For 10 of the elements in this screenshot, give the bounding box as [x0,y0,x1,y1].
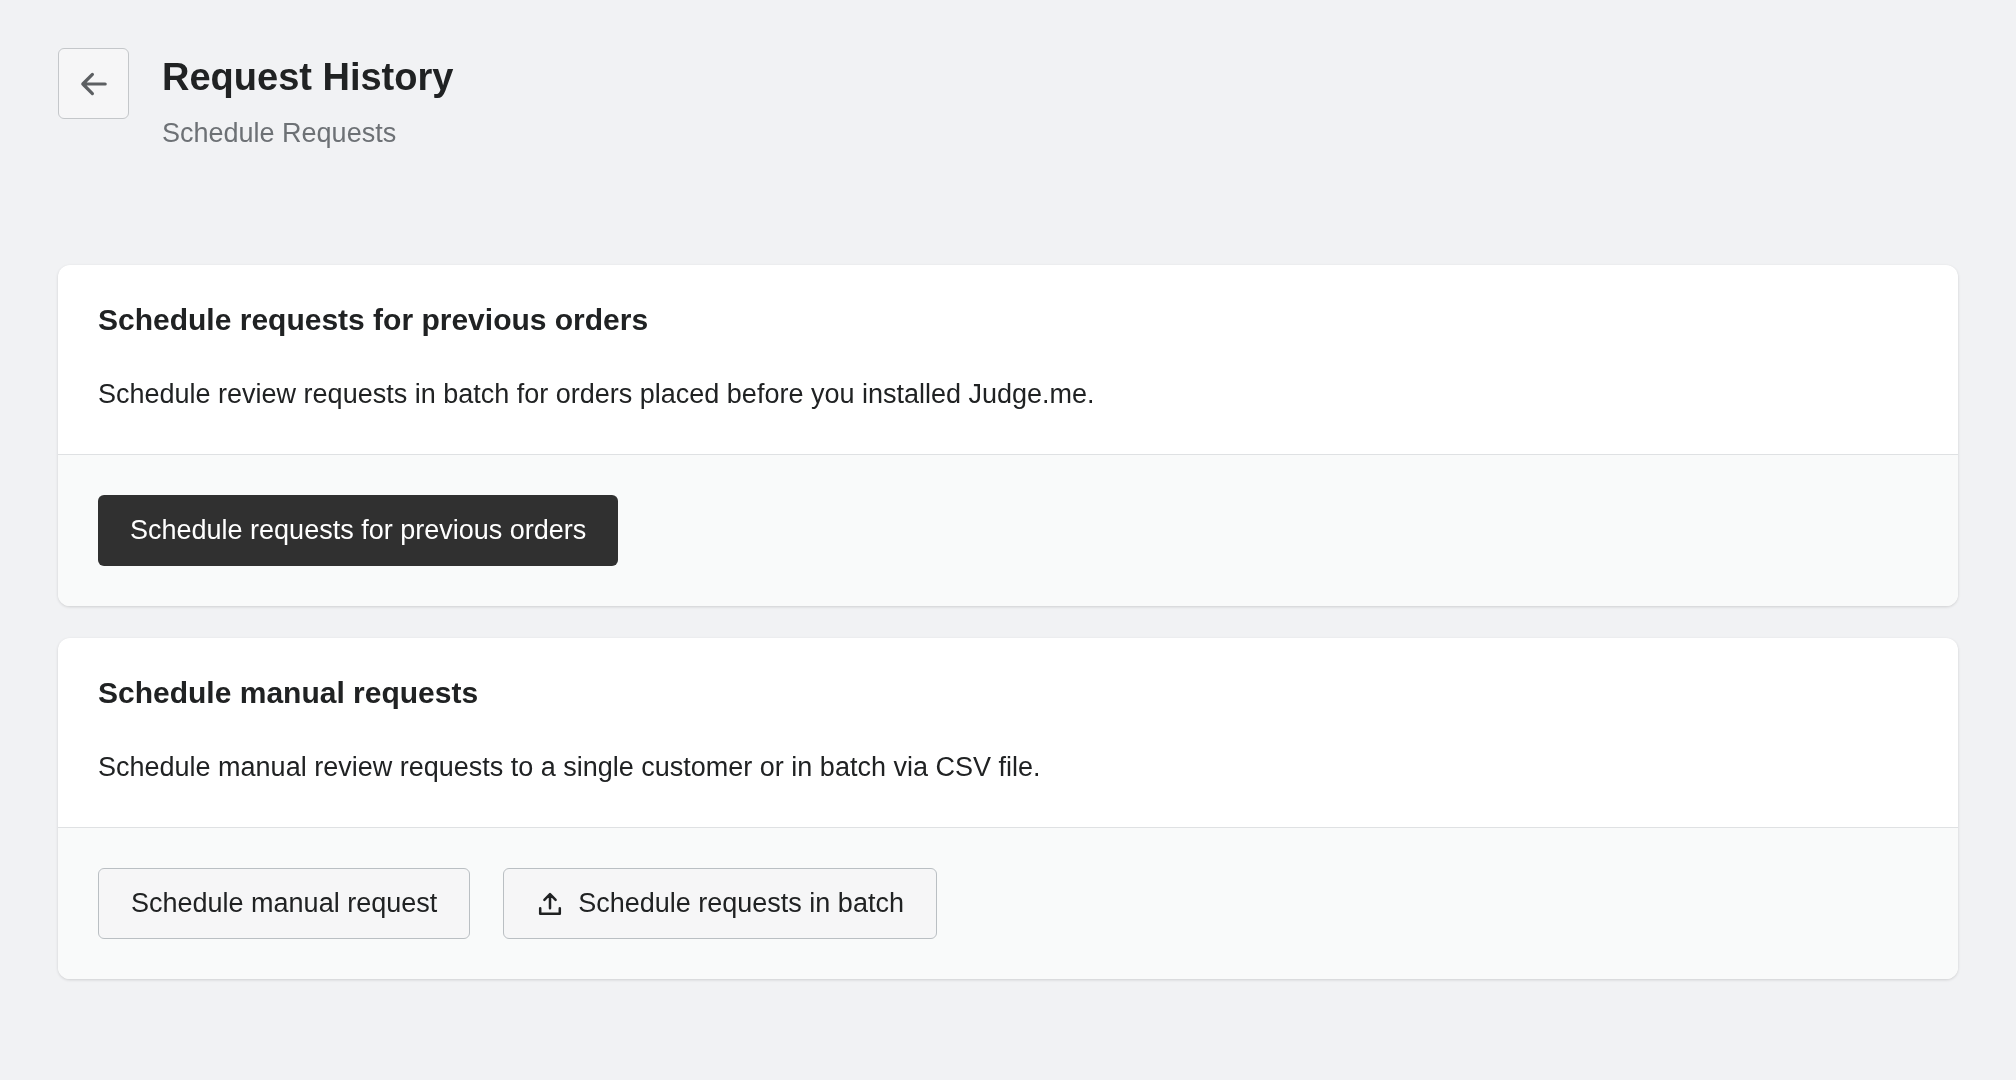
back-button[interactable] [58,48,129,119]
card-description: Schedule review requests in batch for orders placed before you installed Judge.me. [98,379,1096,410]
page-subtitle: Schedule Requests [162,118,398,149]
card-title: Schedule manual requests [98,676,480,710]
page-title: Request History [162,58,454,96]
schedule-button[interactable]: Schedule requests for previous orders [98,495,619,566]
card-description: Schedule manual review requests to a single customer or in batch via CSV file. [98,752,1042,783]
upload-button[interactable]: Schedule requests in batch [503,868,937,939]
card-title: Schedule requests for previous orders [98,303,650,337]
schedule-button[interactable]: Schedule manual request [98,868,471,939]
